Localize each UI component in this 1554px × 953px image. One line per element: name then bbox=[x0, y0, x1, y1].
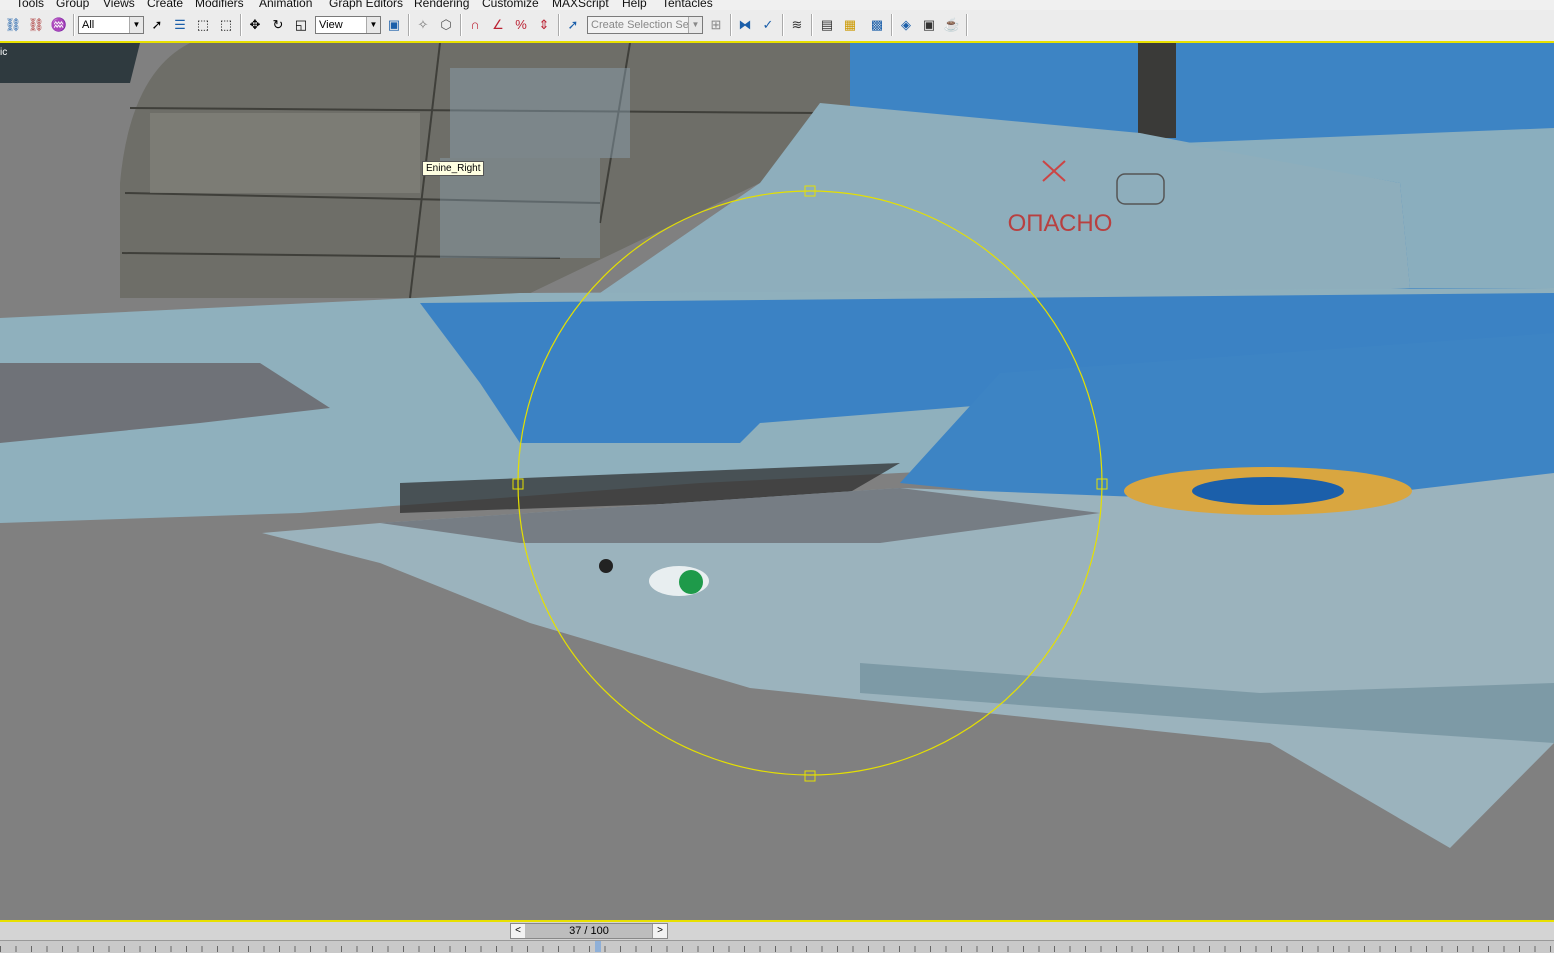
select-and-rotate-icon[interactable]: ↻ bbox=[269, 16, 287, 34]
bind-to-space-warp-icon[interactable]: ♒ bbox=[50, 16, 68, 34]
spinner-snap-icon[interactable]: ⇕ bbox=[535, 16, 553, 34]
chevron-down-icon: ▼ bbox=[366, 17, 380, 33]
chevron-down-icon: ▼ bbox=[688, 17, 702, 33]
named-selection-set-dropdown[interactable]: Create Selection Set ▼ bbox=[587, 16, 703, 34]
select-object-icon[interactable]: ➚ bbox=[148, 16, 166, 34]
menu-group[interactable]: Group bbox=[56, 0, 89, 10]
timeline-track[interactable] bbox=[0, 940, 1554, 953]
angle-snap-icon[interactable]: ∠ bbox=[489, 16, 507, 34]
select-and-scale-icon[interactable]: ◱ bbox=[292, 16, 310, 34]
named-selection-sets-icon[interactable]: ⊞ bbox=[707, 16, 725, 34]
select-and-move-icon[interactable]: ✥ bbox=[246, 16, 264, 34]
select-and-manipulate-icon[interactable]: ✧ bbox=[414, 16, 432, 34]
curve-editor-icon[interactable]: ▤ bbox=[818, 16, 836, 34]
time-slider-bar: < 37 / 100 > bbox=[0, 922, 1554, 940]
keyboard-shortcut-override-icon[interactable]: ⬡ bbox=[437, 16, 455, 34]
frame-counter: 37 / 100 bbox=[525, 924, 653, 938]
menu-graph-editors[interactable]: Graph Editors bbox=[329, 0, 403, 10]
percent-snap-icon[interactable]: % bbox=[512, 16, 530, 34]
menu-tentacles[interactable]: Tentacles bbox=[662, 0, 713, 10]
menu-rendering[interactable]: Rendering bbox=[414, 0, 469, 10]
chevron-down-icon: ▼ bbox=[129, 17, 143, 33]
menu-animation[interactable]: Animation bbox=[259, 0, 312, 10]
menu-customize[interactable]: Customize bbox=[482, 0, 539, 10]
menu-help[interactable]: Help bbox=[622, 0, 647, 10]
rendered-frame-window-icon[interactable]: ▣ bbox=[920, 16, 938, 34]
render-production-icon[interactable]: ☕ bbox=[943, 16, 961, 34]
edit-named-selection-icon[interactable]: ➚ bbox=[564, 16, 582, 34]
menu-modifiers[interactable]: Modifiers bbox=[195, 0, 244, 10]
menu-bar: Tools Group Views Create Modifiers Anima… bbox=[0, 0, 1554, 10]
mirror-icon[interactable]: ⧓ bbox=[736, 16, 754, 34]
unlink-selection-icon[interactable]: ⛓ bbox=[27, 16, 45, 34]
schematic-view-icon[interactable]: ▦ bbox=[841, 16, 859, 34]
pivot-center-icon[interactable]: ▣ bbox=[385, 16, 403, 34]
select-by-name-icon[interactable]: ☰ bbox=[171, 16, 189, 34]
menu-tools[interactable]: Tools bbox=[16, 0, 44, 10]
perspective-viewport[interactable]: ОПАСНО ic Enine_Right bbox=[0, 41, 1554, 920]
timeline-current-marker[interactable] bbox=[595, 941, 601, 952]
window-crossing-icon[interactable]: ⬚ bbox=[217, 16, 235, 34]
selection-filter-dropdown[interactable]: All ▼ bbox=[78, 16, 144, 34]
layer-manager-icon[interactable]: ≋ bbox=[788, 16, 806, 34]
align-icon[interactable]: ✓ bbox=[759, 16, 777, 34]
rectangular-selection-icon[interactable]: ⬚ bbox=[194, 16, 212, 34]
time-slider[interactable]: < 37 / 100 > bbox=[510, 923, 668, 939]
menu-views[interactable]: Views bbox=[103, 0, 135, 10]
next-frame-button[interactable]: > bbox=[652, 924, 667, 938]
select-and-link-icon[interactable]: ⛓ bbox=[4, 16, 22, 34]
viewport-label[interactable]: ic bbox=[0, 47, 7, 58]
reference-coord-dropdown[interactable]: View ▼ bbox=[315, 16, 381, 34]
main-toolbar: ⛓ ⛓ ♒ All ▼ ➚ ☰ ⬚ ⬚ ✥ ↻ ◱ View ▼ ▣ ✧ ⬡ ∩ ∠… bbox=[0, 10, 1554, 42]
menu-maxscript[interactable]: MAXScript bbox=[552, 0, 609, 10]
viewport-scene: ОПАСНО bbox=[0, 43, 1554, 848]
danger-decal: ОПАСНО bbox=[1008, 210, 1113, 237]
menu-create[interactable]: Create bbox=[147, 0, 183, 10]
object-tooltip: Enine_Right bbox=[422, 161, 485, 176]
material-editor-icon[interactable]: ▩ bbox=[868, 16, 886, 34]
prev-frame-button[interactable]: < bbox=[511, 924, 526, 938]
snaps-toggle-icon[interactable]: ∩ bbox=[466, 16, 484, 34]
render-setup-icon[interactable]: ◈ bbox=[897, 16, 915, 34]
